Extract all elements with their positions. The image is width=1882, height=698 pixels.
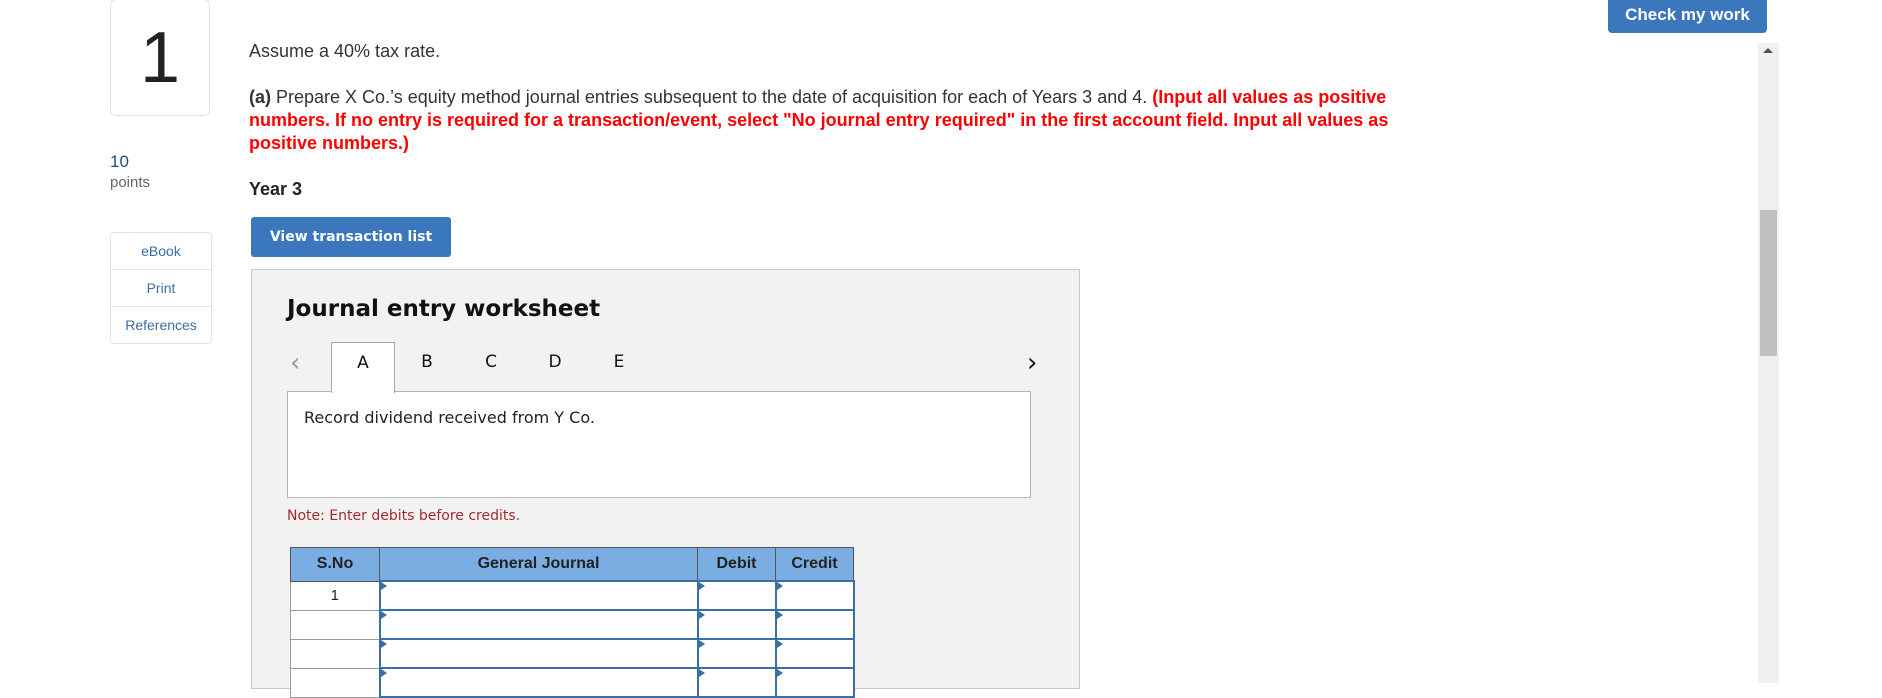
chevron-left-icon[interactable]: ‹ [290, 348, 300, 378]
part-text: Prepare X Co.’s equity method journal en… [271, 87, 1153, 107]
question-number: 1 [139, 17, 181, 98]
account-dropdown[interactable] [380, 582, 697, 609]
journal-table: S.No General Journal Debit Credit 1 [290, 547, 855, 698]
worksheet-note: Note: Enter debits before credits. [287, 508, 521, 524]
worksheet-title: Journal entry worksheet [287, 296, 601, 322]
table-header-row: S.No General Journal Debit Credit [290, 547, 854, 582]
print-link[interactable]: Print [111, 270, 211, 307]
points-label: points [110, 174, 151, 191]
scrollbar-thumb[interactable] [1760, 210, 1777, 356]
year-label: Year 3 [249, 179, 303, 199]
references-link[interactable]: References [111, 307, 211, 343]
check-my-work-button[interactable]: Check my work [1608, 0, 1767, 33]
credit-input[interactable] [776, 611, 853, 638]
view-transaction-list-button[interactable]: View transaction list [251, 217, 451, 257]
side-links-panel: eBook Print References [110, 232, 212, 344]
tab-c[interactable]: C [459, 342, 523, 392]
debit-input[interactable] [698, 582, 775, 609]
row-sno [290, 609, 380, 640]
header-sno: S.No [290, 547, 380, 582]
table-row: 1 [290, 580, 855, 611]
table-row [290, 667, 855, 698]
tab-d[interactable]: D [523, 342, 587, 392]
account-dropdown[interactable] [380, 640, 697, 667]
row-sno: 1 [290, 580, 380, 611]
tab-e[interactable]: E [587, 342, 651, 392]
debit-input[interactable] [698, 640, 775, 667]
tab-a[interactable]: A [331, 342, 395, 393]
row-sno [290, 667, 380, 698]
credit-input[interactable] [776, 640, 853, 667]
transaction-description-box: Record dividend received from Y Co. [287, 391, 1031, 498]
vertical-scrollbar[interactable] [1758, 43, 1779, 683]
scroll-up-arrow-icon[interactable] [1763, 48, 1773, 53]
transaction-description: Record dividend received from Y Co. [304, 408, 595, 427]
part-label: (a) [249, 87, 271, 107]
debit-input[interactable] [698, 611, 775, 638]
journal-entry-worksheet: Journal entry worksheet ‹ A B C D E › Re… [251, 269, 1080, 698]
header-general-journal: General Journal [379, 547, 698, 582]
question-part-a: (a) Prepare X Co.’s equity method journa… [249, 86, 1439, 155]
chevron-right-icon[interactable]: › [1027, 348, 1037, 378]
header-credit: Credit [775, 547, 854, 582]
question-number-box: 1 [110, 0, 210, 116]
points-value: 10 [110, 152, 129, 171]
account-dropdown[interactable] [380, 669, 697, 696]
table-row [290, 609, 855, 640]
account-dropdown[interactable] [380, 611, 697, 638]
header-debit: Debit [697, 547, 776, 582]
credit-input[interactable] [776, 669, 853, 696]
table-row [290, 638, 855, 669]
debit-input[interactable] [698, 669, 775, 696]
tab-b[interactable]: B [395, 342, 459, 392]
ebook-link[interactable]: eBook [111, 233, 211, 270]
credit-input[interactable] [776, 582, 853, 609]
row-sno [290, 638, 380, 669]
question-intro: Assume a 40% tax rate. [249, 41, 441, 61]
